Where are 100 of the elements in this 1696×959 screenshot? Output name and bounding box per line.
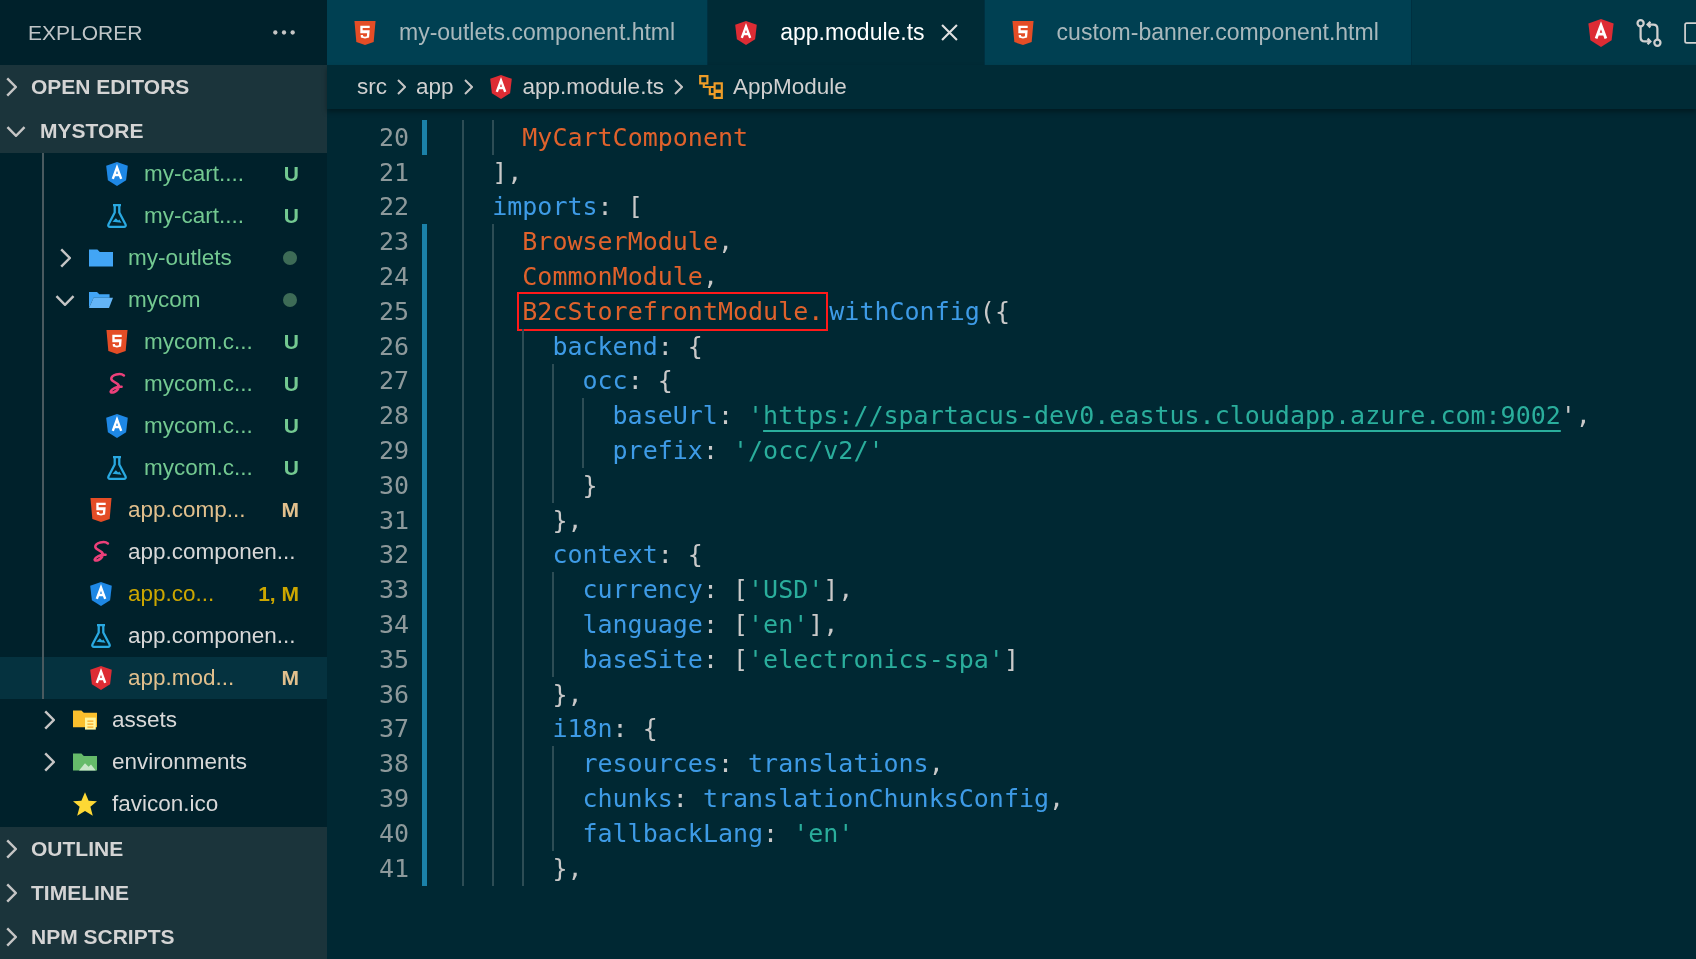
line-number: 20 xyxy=(377,122,409,152)
html-icon xyxy=(105,330,129,354)
code-line: baseUrl: 'https://spartacus-dev0.eastus.cloudapp.azure.com:9002', xyxy=(432,398,1591,434)
code-line: MyCartComponent xyxy=(432,120,749,155)
line-number: 25 xyxy=(377,296,409,326)
code-line: language: ['en'], xyxy=(432,607,839,642)
file-tree-item[interactable]: mycom.c... U xyxy=(0,363,327,405)
line-number: 23 xyxy=(377,227,409,257)
angular-icon xyxy=(734,20,759,45)
file-tree-item[interactable]: app.comp... M xyxy=(0,489,327,531)
code-line: } xyxy=(432,467,598,503)
breadcrumb-item[interactable]: AppModule xyxy=(732,74,847,100)
folder-icon xyxy=(73,708,97,732)
more-icon[interactable] xyxy=(271,28,297,37)
angular-icon xyxy=(488,75,513,99)
code-line: BrowserModule, xyxy=(432,224,733,260)
section-header[interactable]: MYSTORE xyxy=(0,109,327,153)
code-line: }, xyxy=(432,676,583,712)
file-tree-item[interactable]: favicon.ico xyxy=(0,783,327,825)
flask-icon xyxy=(89,624,113,648)
code-line: fallbackLang: 'en' xyxy=(432,815,854,851)
git-status-label: 1, M xyxy=(258,582,299,606)
angular-icon xyxy=(105,162,129,186)
section-header[interactable]: OPEN EDITORS xyxy=(0,65,327,109)
code-line: imports: [ xyxy=(432,189,643,225)
line-number: 21 xyxy=(377,157,409,187)
compare-icon[interactable] xyxy=(1636,18,1662,47)
editor-tab[interactable]: custom-banner.component.html xyxy=(984,0,1412,65)
code-line: occ: { xyxy=(432,363,673,399)
html-icon xyxy=(353,20,377,45)
class-icon xyxy=(698,75,723,99)
file-tree-item[interactable]: environments xyxy=(0,741,327,783)
line-number: 27 xyxy=(377,366,409,396)
file-tree-item[interactable]: app.componen... xyxy=(0,615,327,657)
code-line: prefix: '/occ/v2/' xyxy=(432,433,884,468)
flask-icon xyxy=(105,204,129,228)
html-icon xyxy=(1010,20,1035,45)
breadcrumb-item[interactable]: app.module.ts xyxy=(522,74,664,100)
file-tree-item[interactable]: my-cart.... U xyxy=(0,195,327,237)
file-tree-item[interactable]: my-outlets xyxy=(0,237,327,279)
code-line: ], xyxy=(432,154,523,190)
file-tree-item[interactable]: mycom.c... U xyxy=(0,405,327,447)
section-header[interactable]: TIMELINE xyxy=(0,871,327,915)
code-line: context: { xyxy=(432,537,703,573)
line-number: 39 xyxy=(377,784,409,814)
line-number: 29 xyxy=(377,436,409,466)
git-status-label: M xyxy=(281,498,299,522)
git-status-label: U xyxy=(283,204,299,228)
angular-icon xyxy=(89,666,113,690)
close-icon[interactable] xyxy=(940,24,958,41)
file-tree-item[interactable]: app.co... 1, M xyxy=(0,573,327,615)
file-tree-item[interactable]: mycom.c... U xyxy=(0,447,327,489)
file-tree-item[interactable]: mycom.c... U xyxy=(0,321,327,363)
angular-icon[interactable] xyxy=(1588,18,1614,47)
line-number: 31 xyxy=(377,505,409,535)
html-icon xyxy=(89,498,113,522)
file-tree-item[interactable]: my-cart.... U xyxy=(0,153,327,195)
line-number: 41 xyxy=(377,853,409,883)
code-line: resources: translations, xyxy=(432,746,944,782)
chevron-right-icon xyxy=(673,79,683,95)
line-number: 35 xyxy=(377,644,409,674)
line-number: 33 xyxy=(377,575,409,605)
star-icon xyxy=(73,792,97,816)
section-header[interactable]: NPM SCRIPTS xyxy=(0,915,327,959)
flask-icon xyxy=(105,456,129,480)
chevron-right-icon xyxy=(463,79,473,95)
breadcrumb-item[interactable]: src xyxy=(357,74,387,100)
code-line: i18n: { xyxy=(432,711,658,747)
code-line: B2cStorefrontModule. withConfig({ xyxy=(432,294,1010,329)
line-number: 32 xyxy=(377,540,409,570)
line-number: 28 xyxy=(377,401,409,431)
code-line: chunks: translationChunksConfig, xyxy=(432,781,1065,816)
code-line: CommonModule, xyxy=(432,259,718,294)
file-tree-item[interactable]: app.componen... xyxy=(0,531,327,573)
explorer-title: EXPLORER xyxy=(28,20,143,45)
file-tree-item[interactable]: app.mod... M xyxy=(0,657,327,699)
line-number: 37 xyxy=(377,714,409,744)
git-status-label: U xyxy=(283,330,299,354)
code-line: }, xyxy=(432,502,583,538)
git-status-label: U xyxy=(283,414,299,438)
line-number: 34 xyxy=(377,610,409,640)
angular-icon xyxy=(105,414,129,438)
line-number: 26 xyxy=(377,331,409,361)
code-line: currency: ['USD'], xyxy=(432,572,854,608)
line-number: 24 xyxy=(377,262,409,292)
chevron-right-icon xyxy=(397,79,406,95)
file-tree-item[interactable]: assets xyxy=(0,699,327,741)
git-status-label: U xyxy=(283,372,299,396)
line-number: 22 xyxy=(377,192,409,222)
git-status-label: M xyxy=(281,666,299,690)
editor-tab[interactable]: my-outlets.component.html xyxy=(327,0,709,65)
line-number: 30 xyxy=(377,470,409,500)
breadcrumb-item[interactable]: app xyxy=(416,74,454,100)
file-tree-item[interactable]: mycom xyxy=(0,279,327,321)
line-number: 38 xyxy=(377,749,409,779)
editor-tab[interactable]: app.module.ts xyxy=(708,0,985,65)
section-header[interactable]: OUTLINE xyxy=(0,827,327,871)
code-line: backend: { xyxy=(432,328,703,364)
git-status-label: U xyxy=(283,456,299,480)
code-line: baseSite: ['electronics-spa'] xyxy=(432,641,1019,677)
